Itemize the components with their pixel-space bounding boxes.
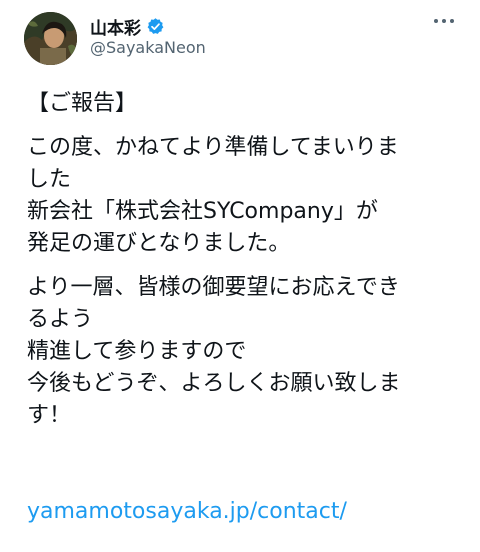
avatar[interactable]: [24, 12, 77, 65]
tweet-line: 新会社「株式会社SYCompany」が: [27, 199, 378, 224]
more-dot: [450, 19, 454, 23]
verified-badge-icon: [147, 17, 164, 34]
author-name-row[interactable]: 山本彩: [90, 14, 165, 39]
tweet-header: 山本彩 @SayakaNeon: [0, 0, 480, 80]
tweet-line: るよう: [27, 307, 94, 332]
author-handle[interactable]: @SayakaNeon: [90, 38, 206, 57]
tweet-line: した: [27, 167, 72, 192]
avatar-image: [24, 12, 77, 65]
tweet-line: 精進して参りますので: [27, 339, 247, 364]
tweet-link[interactable]: yamamotosayaka.jp/contact/: [27, 496, 347, 528]
tweet-line: より一層、皆様の御要望にお応えでき: [27, 275, 400, 300]
tweet-text: 【ご報告】 この度、かねてより準備してまいりま した 新会社「株式会社SYCom…: [27, 88, 467, 432]
tweet-line: 【ご報告】: [27, 91, 138, 116]
more-dot: [434, 19, 438, 23]
tweet-line: 発足の運びとなりました。: [27, 231, 291, 256]
more-options-icon[interactable]: [434, 16, 460, 26]
tweet-line: す！: [27, 403, 72, 428]
more-dot: [442, 19, 446, 23]
tweet-line: この度、かねてより準備してまいりま: [27, 135, 399, 160]
display-name[interactable]: 山本彩: [90, 14, 141, 39]
tweet-line: 今後もどうぞ、よろしくお願い致しま: [27, 371, 401, 396]
